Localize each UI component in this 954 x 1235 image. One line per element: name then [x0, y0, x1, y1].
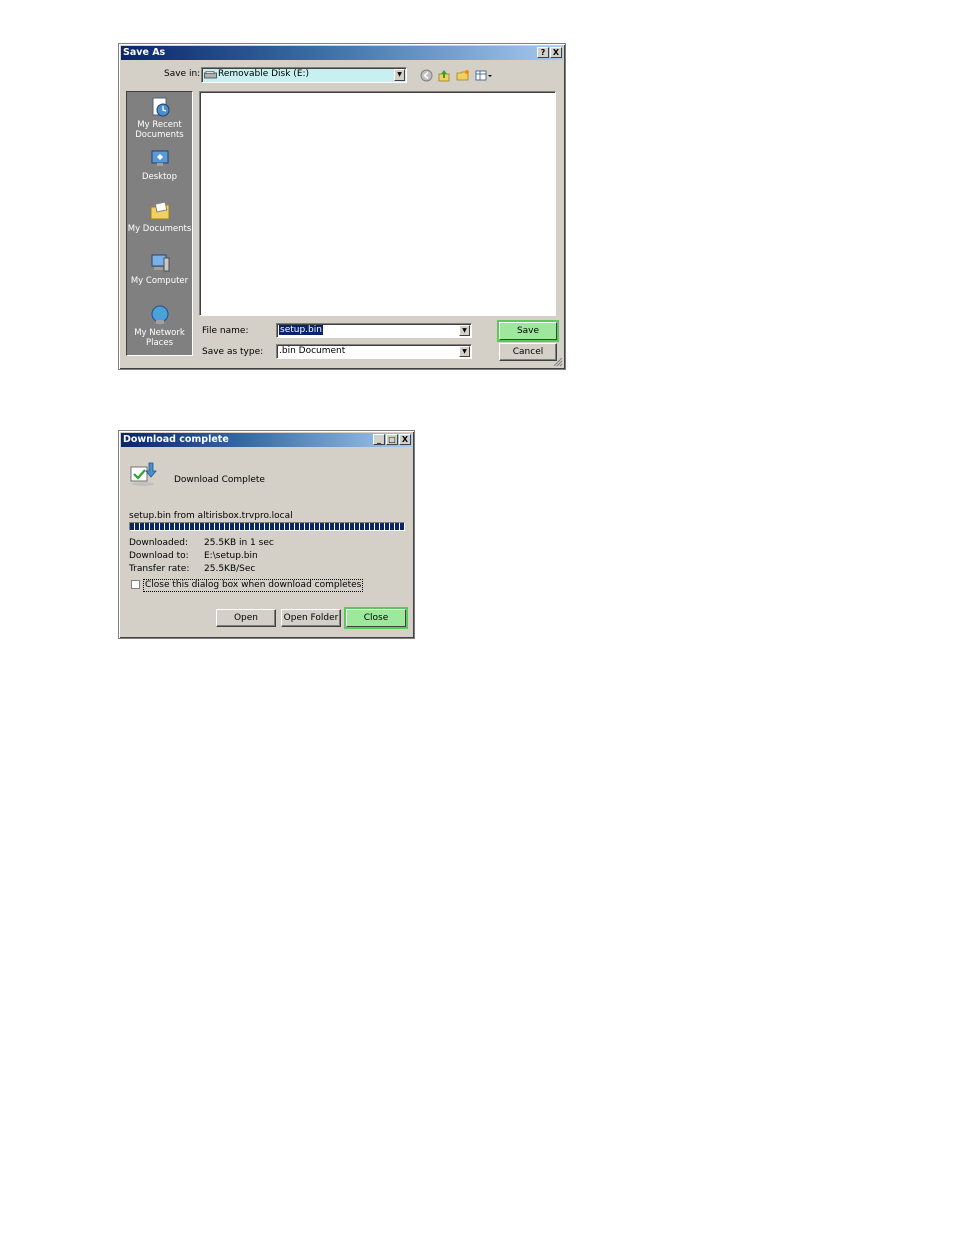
network-places-icon [151, 305, 168, 324]
help-button[interactable]: ? [537, 47, 549, 58]
save-in-dropdown[interactable]: Removable Disk (E:) ▼ [201, 67, 407, 83]
maximize-button[interactable]: □ [386, 434, 398, 445]
download-to-value: E:\setup.bin [204, 551, 258, 561]
chevron-down-icon[interactable]: ▼ [459, 325, 470, 336]
save-button[interactable]: Save [499, 322, 557, 340]
place-my-recent-documents[interactable]: My Recent Documents [127, 96, 192, 140]
save-as-type-value: .bin Document [279, 346, 346, 356]
desktop-icon [151, 150, 168, 166]
my-documents-icon [150, 201, 169, 220]
removable-disk-icon [204, 71, 217, 79]
close-download-button[interactable]: Close [346, 609, 406, 627]
download-progress-bar [129, 522, 405, 531]
close-when-complete-checkbox[interactable] [131, 580, 140, 589]
downloaded-value: 25.5KB in 1 sec [204, 538, 274, 548]
download-titlebar[interactable]: Download complete _ □ X [121, 433, 412, 447]
progress-fill [130, 523, 404, 530]
download-heading: Download Complete [174, 475, 265, 485]
file-name-input[interactable]: setup.bin ▼ [276, 323, 472, 338]
save-as-dialog: Save As ? X Save in: Removable Disk (E:)… [118, 43, 566, 370]
place-label: My Recent Documents [135, 120, 184, 140]
close-button[interactable]: X [399, 434, 411, 445]
places-bar: My Recent Documents Desktop My Documents [126, 91, 193, 356]
place-label: Desktop [141, 172, 178, 182]
download-to-label: Download to: [129, 551, 189, 561]
place-label: My Network Places [134, 328, 185, 348]
open-button[interactable]: Open [216, 609, 276, 627]
save-in-value: Removable Disk (E:) [218, 69, 310, 79]
cancel-button[interactable]: Cancel [499, 343, 557, 361]
download-source: setup.bin from altirisbox.trvpro.local [129, 511, 293, 521]
my-computer-icon [151, 254, 169, 272]
downloaded-label: Downloaded: [129, 538, 189, 548]
place-label: My Documents [127, 224, 192, 234]
download-complete-dialog: Download complete _ □ X Download Complet… [118, 430, 415, 639]
transfer-rate-value: 25.5KB/Sec [204, 564, 256, 574]
save-as-type-label: Save as type: [202, 347, 264, 357]
place-my-network-places[interactable]: My Network Places [127, 304, 192, 348]
resize-grip-icon[interactable] [553, 357, 563, 367]
file-name-label: File name: [202, 326, 249, 336]
file-name-value: setup.bin [279, 325, 323, 335]
minimize-button[interactable]: _ [373, 434, 385, 445]
up-folder-icon[interactable] [438, 69, 451, 82]
chevron-down-icon[interactable]: ▼ [394, 69, 405, 81]
file-list[interactable] [199, 91, 556, 316]
recent-documents-icon [152, 97, 169, 117]
save-as-type-dropdown[interactable]: .bin Document ▼ [276, 344, 472, 359]
close-button[interactable]: X [550, 47, 562, 58]
place-my-documents[interactable]: My Documents [127, 200, 192, 234]
download-title: Download complete [123, 434, 229, 445]
place-my-computer[interactable]: My Computer [127, 252, 192, 286]
open-folder-button[interactable]: Open Folder [281, 609, 341, 627]
save-as-titlebar[interactable]: Save As ? X [121, 46, 563, 60]
save-as-title: Save As [123, 47, 166, 58]
save-in-label: Save in: [164, 69, 201, 79]
place-label: My Computer [130, 276, 189, 286]
chevron-down-icon[interactable]: ▼ [459, 346, 470, 357]
new-folder-icon[interactable] [456, 69, 470, 82]
view-menu-icon[interactable] [475, 69, 493, 82]
close-when-complete-label[interactable]: Close this dialog box when download comp… [143, 579, 364, 592]
download-complete-icon [130, 462, 157, 486]
place-desktop[interactable]: Desktop [127, 148, 192, 182]
back-icon[interactable] [420, 69, 433, 82]
transfer-rate-label: Transfer rate: [129, 564, 190, 574]
